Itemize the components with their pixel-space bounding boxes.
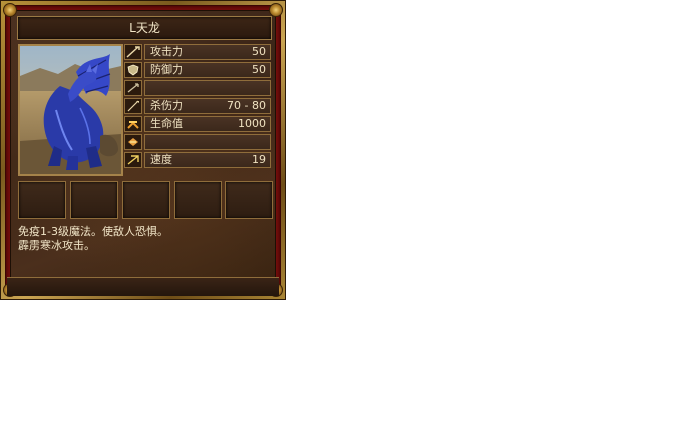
effect-slot[interactable] bbox=[174, 181, 222, 219]
spell-icon bbox=[124, 134, 142, 150]
effect-slots bbox=[18, 181, 273, 219]
stat-row-shots bbox=[124, 80, 271, 96]
stat-value: 19 bbox=[252, 153, 266, 166]
description-line: 免疫1-3级魔法。使敌人恐惧。 bbox=[18, 225, 168, 238]
sword-icon bbox=[124, 44, 142, 60]
unit-description: 免疫1-3级魔法。使敌人恐惧。 霹雳寒冰攻击。 bbox=[18, 225, 272, 253]
stat-label: 速度 bbox=[150, 153, 172, 166]
stat-row-speed: 速度 19 bbox=[124, 152, 271, 168]
stat-field: 速度 19 bbox=[144, 152, 271, 168]
effect-slot[interactable] bbox=[18, 181, 66, 219]
stat-label: 防御力 bbox=[150, 63, 183, 76]
unit-name: L天龙 bbox=[17, 16, 272, 40]
description-line: 霹雳寒冰攻击。 bbox=[18, 239, 95, 252]
stat-field bbox=[144, 134, 271, 150]
stat-field: 防御力 50 bbox=[144, 62, 271, 78]
effect-slot[interactable] bbox=[122, 181, 170, 219]
stat-field: 攻击力 50 bbox=[144, 44, 271, 60]
stat-field bbox=[144, 80, 271, 96]
effect-slot[interactable] bbox=[225, 181, 273, 219]
heart-icon bbox=[124, 116, 142, 132]
stat-row-health: 生命值 1000 bbox=[124, 116, 271, 132]
arrow-icon bbox=[124, 80, 142, 96]
stat-label: 攻击力 bbox=[150, 45, 183, 58]
stats-list: 攻击力 50 防御力 50 杀伤力 70 - 80 生命值 1000 速度 19 bbox=[124, 44, 271, 170]
stat-row-attack: 攻击力 50 bbox=[124, 44, 271, 60]
spear-icon bbox=[124, 98, 142, 114]
stat-label: 杀伤力 bbox=[150, 99, 183, 112]
stat-row-damage: 杀伤力 70 - 80 bbox=[124, 98, 271, 114]
stat-value: 50 bbox=[252, 63, 266, 76]
stat-row-defense: 防御力 50 bbox=[124, 62, 271, 78]
stat-field: 杀伤力 70 - 80 bbox=[144, 98, 271, 114]
unit-info-panel: L天龙 攻击力 50 防御力 50 杀伤力 70 - 80 生命值 1000 速… bbox=[0, 0, 286, 300]
corner-ornament bbox=[3, 3, 17, 17]
stat-field: 生命值 1000 bbox=[144, 116, 271, 132]
speed-icon bbox=[124, 152, 142, 168]
corner-ornament bbox=[269, 3, 283, 17]
stat-label: 生命值 bbox=[150, 117, 183, 130]
bottom-status-bar bbox=[7, 277, 279, 296]
stat-row-spell bbox=[124, 134, 271, 150]
shield-icon bbox=[124, 62, 142, 78]
stat-value: 1000 bbox=[238, 117, 266, 130]
effect-slot[interactable] bbox=[70, 181, 118, 219]
unit-portrait[interactable] bbox=[18, 44, 123, 176]
stat-value: 50 bbox=[252, 45, 266, 58]
stat-value: 70 - 80 bbox=[227, 99, 266, 112]
blue-dragon-portrait bbox=[20, 46, 121, 174]
